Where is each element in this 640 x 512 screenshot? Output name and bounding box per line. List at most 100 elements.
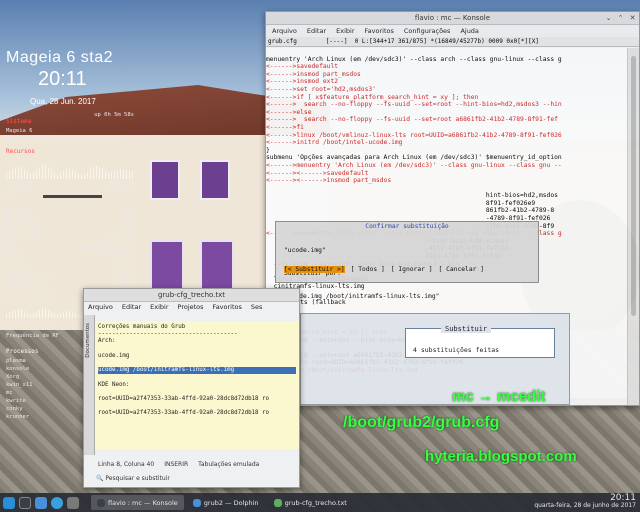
tab-mode[interactable]: Tabulações emulada — [198, 461, 259, 469]
konsole-menu-item-2[interactable]: Exibir — [336, 27, 354, 35]
folder-icon — [192, 498, 201, 507]
confirm-search-text: "ucode.img" — [284, 247, 326, 255]
editor-line: 861fb2-41b2-4789-8 — [266, 207, 555, 215]
konsole-menu-item-4[interactable]: Configurações — [404, 27, 451, 35]
swap-usage: 0B / 3.6GiB — [97, 252, 134, 258]
browser-icon[interactable] — [51, 496, 63, 509]
terminal-icon — [97, 498, 105, 507]
replace-button[interactable]: [< Substituir >] — [284, 266, 345, 273]
editor-line: 8f91-fef026e9 — [266, 199, 536, 207]
document-line: ---------------------------------------- — [98, 331, 238, 338]
conky-section-system: Sistema — [6, 118, 32, 125]
editor-line: <------><------>savedefault — [266, 169, 369, 177]
text-editor-icon — [273, 498, 282, 507]
replace-result-title: Substituir — [441, 325, 492, 333]
cpu1-label: CPU1: 2% — [6, 181, 33, 187]
conky-brand: Mageia 6 sta2 — [6, 49, 114, 66]
taskbar-task[interactable]: grub-cfg_trecho.txt — [268, 495, 353, 510]
core0-temp: 36C — [124, 222, 134, 228]
kwrite-menu-item-5[interactable]: Ses — [251, 303, 263, 311]
editor-line: <------>insmod part_msdos — [266, 70, 361, 78]
documents-sidebar-tab[interactable]: Documentos — [84, 315, 95, 455]
conky-uptime: up 0h 5m 58s — [94, 112, 134, 118]
cpu-graph — [6, 163, 134, 179]
ignore-button[interactable]: [ Ignorar ] — [391, 266, 433, 273]
maximize-icon[interactable]: ⌃ — [616, 14, 625, 23]
editor-line: <------>linux /boot/vmlinuz-linux-lts ro… — [266, 131, 562, 139]
konsole-menu-item-1[interactable]: Editar — [307, 27, 326, 35]
system-tray: 20:11 quarta-feira, 28 de junho de 2017 — [534, 494, 636, 510]
insert-mode[interactable]: INSERIR — [164, 461, 188, 469]
editor-line: <------>fi — [266, 123, 304, 131]
taskbar-task-label: flavio : mc — Konsole — [108, 498, 178, 507]
app-launcher-icon[interactable] — [3, 496, 15, 509]
editor-line: <------>insmod ext2 — [266, 78, 339, 86]
kwrite-menu-item-2[interactable]: Exibir — [150, 303, 168, 311]
caption-line-3: hyteria.blogspot.com — [425, 448, 577, 465]
cpu2-label: CPU2: 3% — [107, 181, 135, 187]
konsole-menu-item-3[interactable]: Favoritos — [365, 27, 394, 35]
editor-line: <------>set root='hd2,msdos3' — [266, 85, 376, 93]
caption-line-1: mc → mcedit — [452, 388, 546, 405]
fan-speed: 2850 rpm — [107, 236, 135, 242]
mem-usage: 729MiB / 3.65GiB — [81, 245, 134, 251]
document-line: ucode.img /boot/initramfs-linux-lts.img — [98, 367, 296, 375]
kwrite-text-area[interactable]: Correções manuais do Grub ---------------… — [95, 321, 299, 449]
mb-temp: 36C — [124, 215, 134, 221]
kwrite-titlebar[interactable]: grub-cfg_trecho.txt — [84, 289, 299, 302]
document-line: KDE Neon: — [98, 381, 130, 388]
editor-line: <------>menuentry 'Arch Linux (em /dev/s… — [266, 161, 562, 169]
document-line: Correções manuais do Grub — [98, 324, 186, 330]
editor-line: submenu 'Opções avançadas para Arch Linu… — [266, 154, 562, 162]
editor-line: hint-bios=hd2,msdos — [266, 192, 558, 200]
kwrite-menu-item-1[interactable]: Editar — [122, 303, 141, 311]
konsole-title: flavio : mc — Konsole — [414, 14, 491, 22]
taskbar-task[interactable]: flavio : mc — Konsole — [91, 495, 184, 510]
document-line: ucode.img — [98, 352, 130, 359]
taskbar-clock[interactable]: 20:11 — [534, 494, 636, 503]
conky-sys-kernel: Kernel Linux 4.9.34-desktop-6.mga6 — [6, 135, 119, 141]
konsole-menu-item-0[interactable]: Arquivo — [272, 27, 297, 35]
document-line: root=UUID=a2f47353-33ab-4ffd-92a0-28dc8d… — [98, 410, 270, 417]
kwrite-menu-item-3[interactable]: Projetos — [178, 303, 204, 311]
konsole-titlebar[interactable]: flavio : mc — Konsole ⌄ ⌃ ✕ — [266, 12, 639, 25]
kwrite-menu-item-4[interactable]: Favoritos — [213, 303, 242, 311]
editor-line: <------>initrd /boot/intel-ucode.img — [266, 139, 403, 147]
konsole-menu-item-5[interactable]: Ajuda — [460, 27, 478, 35]
cpu-label: CPU — [6, 193, 16, 199]
cancel-button[interactable]: [ Cancelar ] — [439, 266, 485, 273]
minimize-icon[interactable]: ⌄ — [604, 14, 613, 23]
editor-line: <------><------>insmod part_msdos — [266, 177, 392, 185]
close-icon[interactable]: ✕ — [628, 14, 637, 23]
taskbar-date: quarta-feira, 28 de junho de 2017 — [534, 502, 636, 509]
conky-section-resources: Recursos — [6, 148, 35, 155]
document-line: root=UUID=a2f47353-33ab-4ffd-92a0-28dc8d… — [98, 396, 270, 403]
konsole-scrollbar[interactable] — [627, 48, 639, 405]
conky-date: Qua, 28 Jun. 2017 — [30, 97, 96, 106]
mcedit-status-line: grub.cfg [----] 0 L:[344+17 361/875] *(1… — [266, 37, 639, 47]
caption-line-2: /boot/grub2/grub.cfg — [343, 414, 500, 431]
replace-result-message: 4 substituições feitas — [413, 346, 500, 354]
settings-icon[interactable] — [67, 496, 79, 509]
kwrite-window[interactable]: grub-cfg_trecho.txt Arquivo Editar Exibir P… — [83, 288, 300, 488]
kwrite-menubar: Arquivo Editar Exibir Projetos Favoritos Ses — [88, 303, 262, 311]
folder-icon[interactable] — [35, 496, 47, 509]
task-list: flavio : mc — Konsole grub2 — Dolphin grub… — [91, 495, 353, 510]
kwrite-menu-item-0[interactable]: Arquivo — [88, 303, 113, 311]
confirm-dialog-title: Confirmar substituição — [365, 223, 449, 230]
net-down: Down: 16.9KiB — [6, 294, 50, 300]
confirm-replace-dialog: Confirmar substituição "ucode.img" Subst… — [275, 221, 539, 300]
conky-section-processes: Processos — [6, 348, 39, 355]
kwrite-title: grub-cfg_trecho.txt — [157, 291, 226, 299]
editor-line: } — [266, 146, 270, 154]
terminal-icon[interactable] — [19, 496, 31, 509]
taskbar-task[interactable]: grub2 — Dolphin — [187, 495, 265, 510]
search-replace-button[interactable]: 🔍 Pesquisar e substituir — [96, 475, 170, 482]
replace-all-button[interactable]: [ Todos ] — [351, 266, 385, 273]
taskbar: flavio : mc — Konsole grub2 — Dolphin grub… — [0, 493, 640, 512]
confirm-replace-text: "ucode.img /boot/initramfs-linux-lts.img… — [284, 292, 440, 300]
taskbar-task-label: grub2 — Dolphin — [203, 498, 259, 507]
